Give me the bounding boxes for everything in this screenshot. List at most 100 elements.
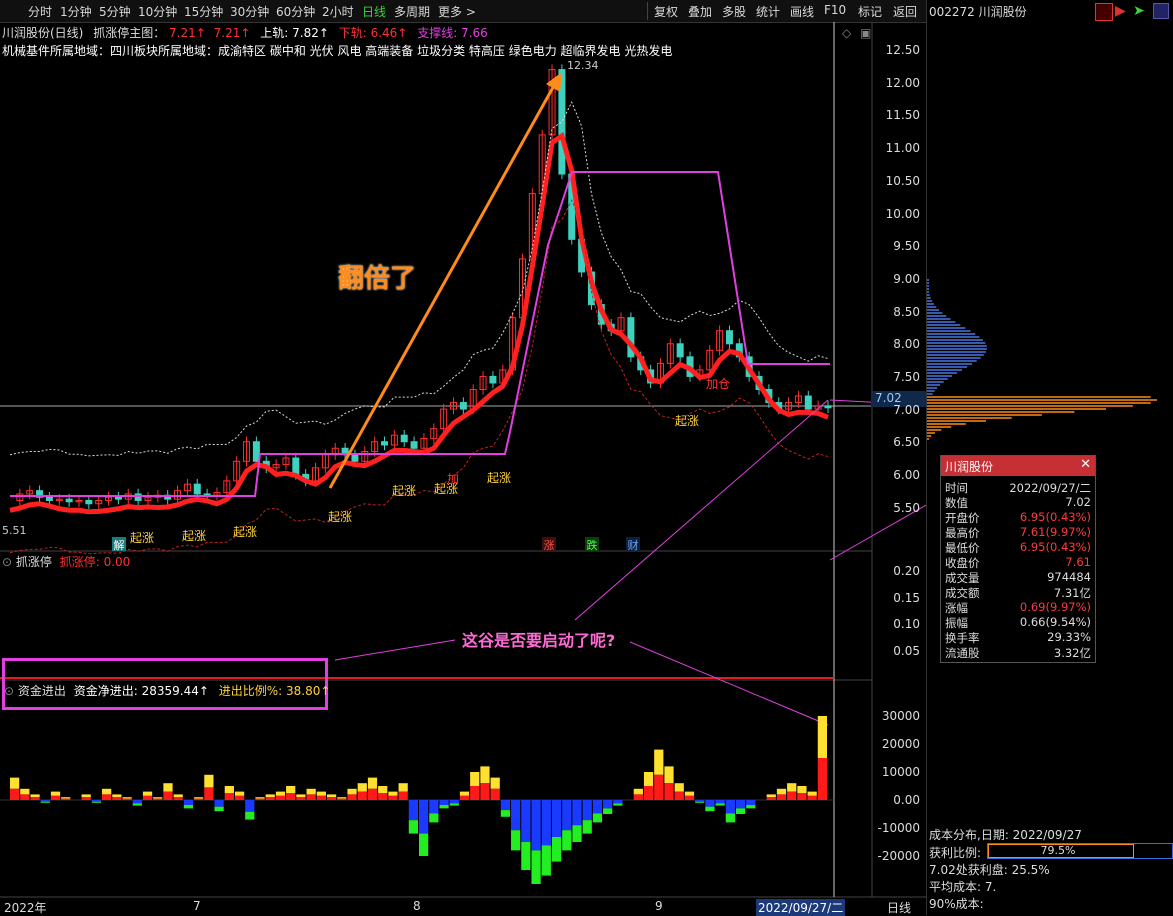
marker-unlock[interactable]: 解 — [112, 537, 126, 552]
info-value: 974484 — [1047, 570, 1091, 584]
x-axis-label: 2022年 — [4, 901, 47, 915]
info-row: 数值 7.02 — [945, 495, 1091, 510]
flow-bar-in — [30, 794, 40, 798]
kline-chart[interactable] — [0, 0, 926, 915]
collapse-icon[interactable]: ⊙ — [2, 555, 12, 569]
indicator-value-2: 7.21↑ — [213, 26, 251, 40]
flow-bar-in — [664, 766, 674, 784]
flow-bar-out — [603, 808, 613, 814]
flow-bar-in — [275, 795, 286, 800]
flow-bar-in — [194, 797, 204, 799]
flow-bar-out — [183, 805, 194, 809]
net-flow-label: 资金净进出: 28359.44↑ — [73, 684, 209, 698]
marker-rise[interactable]: 涨 — [542, 537, 556, 552]
pointer-line — [574, 399, 829, 621]
flag-icon[interactable]: ▶ — [1115, 3, 1126, 19]
flow-bar-in — [459, 795, 470, 800]
collapse-icon[interactable]: ⊙ — [4, 684, 14, 698]
window-toggle-icon[interactable]: ▣ — [860, 26, 871, 40]
flow-bar-in — [173, 797, 183, 800]
close-icon[interactable]: ✕ — [1080, 457, 1091, 472]
sub1-value: 抓涨停: 0.00 — [59, 555, 131, 569]
info-row: 时间 2022/09/27/二 — [945, 480, 1091, 495]
info-row: 成交量 974484 — [945, 570, 1091, 585]
marker-fall[interactable]: 跌 — [585, 537, 599, 552]
marker-finance[interactable]: 财 — [626, 537, 640, 552]
upper-band-label: 上轨: 7.82↑ — [260, 26, 329, 40]
info-row: 开盘价 6.95(0.43%) — [945, 510, 1091, 525]
info-value: 6.95(0.43%) — [1019, 510, 1091, 524]
info-value: 6.95(0.43%) — [1019, 540, 1091, 554]
sub2-axis-label: 10000 — [881, 765, 920, 779]
grid-icon[interactable] — [1153, 3, 1169, 19]
flow-bar-in — [255, 798, 265, 800]
candle-body — [489, 375, 497, 384]
trend-line — [9, 131, 829, 515]
indicator-name-label: 抓涨停主图： — [93, 26, 166, 40]
sub2-axis-label: -10000 — [877, 821, 920, 835]
flow-bar-in — [275, 791, 286, 796]
flow-bar-out — [419, 833, 429, 856]
flow-bar-in — [674, 791, 684, 800]
flow-bar-in — [296, 797, 306, 800]
flow-bar-out — [429, 813, 439, 823]
avg-cost: 平均成本: 7. — [929, 880, 997, 894]
flow-bar-in — [654, 774, 664, 800]
flow-bar-in — [797, 793, 807, 800]
flow-bar-in — [153, 797, 163, 799]
flow-bar-in — [378, 786, 388, 793]
flow-bar-out — [419, 800, 429, 834]
question-annotation: 这谷是否要启动了呢? — [462, 631, 616, 650]
flow-bar-in — [490, 777, 500, 789]
flow-bar-in — [674, 783, 684, 792]
flow-bar-out — [214, 806, 224, 812]
flow-bar-in — [347, 794, 357, 800]
candle-body — [676, 343, 684, 358]
diamond-icon[interactable]: ◇ — [842, 26, 851, 40]
flow-ratio-label: 进出比例%: 38.80↑ — [218, 684, 331, 698]
flow-bar-in — [684, 791, 695, 796]
profit-ratio-label: 获利比例: — [929, 846, 982, 860]
x-axis-label: 8 — [413, 899, 421, 913]
flow-bar-in — [684, 795, 695, 800]
flow-bar-out — [572, 825, 582, 842]
price-axis-label: 5.50 — [893, 500, 920, 515]
sub1-axis-label: 0.15 — [893, 590, 920, 605]
flow-bar-in — [102, 794, 112, 800]
doc-icon[interactable] — [1095, 3, 1113, 21]
flow-bar-in — [102, 788, 112, 795]
flow-bar-in — [306, 794, 316, 800]
flow-bar-in — [286, 793, 296, 800]
info-value: 0.69(9.97%) — [1019, 600, 1091, 614]
flow-bar-in — [776, 788, 787, 795]
info-row: 收盘价 7.61 — [945, 555, 1091, 570]
flow-bar-in — [61, 798, 71, 800]
flow-bar-out — [429, 800, 439, 814]
price-axis-label: 10.50 — [885, 173, 920, 188]
flow-bar-in — [398, 791, 408, 800]
profit-ratio-value: 79.5% — [1040, 844, 1076, 857]
stock-code-title: 002272 川润股份 — [929, 5, 1027, 19]
info-key: 时间 — [945, 481, 968, 495]
sub1-title: 抓涨停 — [15, 555, 52, 569]
flow-bar-in — [470, 786, 480, 800]
info-key: 开盘价 — [945, 511, 980, 525]
flow-bar-out — [449, 803, 459, 806]
candle-body — [824, 405, 832, 409]
cost-title: 成本分布,日期: 2022/09/27 — [929, 828, 1082, 842]
info-key: 成交量 — [945, 571, 980, 585]
info-value: 7.31亿 — [1053, 586, 1091, 600]
flow-bar-in — [194, 798, 204, 800]
flow-bar-in — [776, 794, 787, 800]
flow-bar-out — [531, 850, 541, 884]
flow-bar-out — [531, 800, 541, 851]
info-value: 0.66(9.54%) — [1019, 615, 1091, 629]
flow-bar-in — [337, 798, 347, 800]
flow-bar-out — [735, 800, 746, 809]
support-line-label: 支撑线: 7.66 — [417, 26, 488, 40]
flow-bar-in — [142, 791, 153, 796]
flow-bar-out — [735, 808, 746, 814]
candle-body — [381, 441, 389, 446]
cursor-icon[interactable]: ➤ — [1133, 3, 1145, 19]
flow-bar-in — [633, 794, 643, 800]
